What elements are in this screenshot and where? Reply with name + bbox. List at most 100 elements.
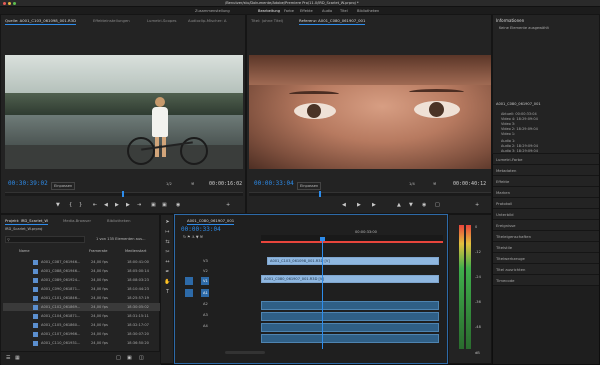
panel-titeleigenschaften[interactable]: Titeleigenschaften bbox=[493, 231, 599, 242]
icon-view-icon[interactable]: ▦ bbox=[15, 356, 20, 361]
clip-v1[interactable]: A001_C080_061907_001.R3D [V] bbox=[261, 275, 439, 283]
track-header-a3[interactable]: A3 bbox=[179, 311, 259, 321]
lift-icon[interactable]: ▲ bbox=[397, 203, 401, 208]
track-header-a4[interactable]: A4 bbox=[179, 322, 259, 332]
program-wrench-icon[interactable]: ⚒ bbox=[433, 182, 436, 186]
track-header-v1[interactable]: V1 bbox=[179, 277, 259, 287]
track-header-v3[interactable]: V3 bbox=[179, 257, 259, 267]
track-header-a2[interactable]: A2 bbox=[179, 300, 259, 310]
list-item[interactable]: A001_C105_061860... 24,00 fps 18:32:17:07 bbox=[3, 321, 161, 329]
compare-icon[interactable]: □ bbox=[435, 203, 440, 208]
insert-icon[interactable]: ▣ bbox=[151, 203, 156, 208]
step-back-icon[interactable]: ◀ bbox=[104, 203, 108, 208]
tab-source[interactable]: Quelle: A001_C103_061098_001.R3D bbox=[5, 18, 77, 25]
tab-lumetri-scopes[interactable]: Lumetri-Scopes bbox=[147, 18, 177, 23]
selection-tool-icon[interactable]: ➤ bbox=[164, 219, 171, 226]
new-bin-icon[interactable]: □ bbox=[116, 356, 121, 361]
ripple-edit-tool-icon[interactable]: ⇆ bbox=[164, 239, 171, 246]
timeline-zoom-scroll[interactable] bbox=[225, 351, 265, 354]
panel-effekte[interactable]: Effekte bbox=[493, 176, 599, 187]
play-icon[interactable]: ▶ bbox=[115, 203, 119, 208]
project-search-input[interactable]: ⚲ bbox=[5, 236, 85, 243]
export-frame-icon[interactable]: ◉ bbox=[176, 203, 180, 208]
workspace-zusammenstellung[interactable]: Zusammenstellung bbox=[195, 9, 230, 13]
minimize-window-icon[interactable] bbox=[8, 2, 11, 5]
workspace-bibliotheken[interactable]: Bibliotheken bbox=[357, 9, 379, 13]
source-fit-dropdown[interactable]: Einpassen bbox=[51, 182, 76, 190]
program-step-forward-icon[interactable]: ▶ bbox=[372, 203, 376, 208]
razor-tool-icon[interactable]: ✂ bbox=[164, 249, 171, 256]
step-forward-icon[interactable]: ▶ bbox=[126, 203, 130, 208]
snap-icon[interactable]: ↻ ⚑ ⚓ ▼ ⚒ bbox=[183, 235, 203, 239]
mark-clip-icon[interactable]: } bbox=[79, 203, 82, 208]
playhead[interactable] bbox=[320, 237, 325, 349]
overwrite-icon[interactable]: ▣ bbox=[162, 203, 167, 208]
mark-out-icon[interactable]: { bbox=[69, 203, 72, 208]
list-item[interactable]: A001_C088_061946... 24,00 fps 18:05:00:14 bbox=[3, 267, 161, 275]
list-item[interactable]: A001_C110_061931... 24,00 fps 18:36:50:20 bbox=[3, 339, 161, 347]
track-header-a1[interactable]: A1 bbox=[179, 289, 259, 299]
panel-metadaten[interactable]: Metadaten bbox=[493, 165, 599, 176]
list-item[interactable]: A001_C104_061871... 24,00 fps 18:31:15:11 bbox=[3, 312, 161, 320]
list-item[interactable]: A001_C087_061946... 24,00 fps 18:00:41:00 bbox=[3, 258, 161, 266]
source-add-icon[interactable]: + bbox=[226, 203, 230, 208]
list-item[interactable]: A001_C090_061871... 24,00 fps 18:10:44:23 bbox=[3, 285, 161, 293]
tab-reference[interactable]: Referenz: A001_C080_061907_001 bbox=[299, 18, 366, 25]
track-header-v2[interactable]: V2 bbox=[179, 267, 259, 277]
tab-project[interactable]: Projekt: IRD_Scarlet_W bbox=[5, 218, 49, 225]
audio-clip-a3[interactable] bbox=[261, 312, 439, 321]
new-item-icon[interactable]: ▣ bbox=[127, 356, 132, 361]
program-timecode[interactable]: 00:00:33:04 bbox=[254, 180, 294, 187]
program-step-back-icon[interactable]: ◀ bbox=[342, 203, 346, 208]
program-add-icon[interactable]: + bbox=[475, 203, 479, 208]
wrench-icon[interactable]: ⚒ bbox=[191, 182, 194, 186]
track-select-tool-icon[interactable]: ↦ bbox=[164, 229, 171, 236]
audio-clip-a5[interactable] bbox=[261, 334, 439, 343]
panel-unterbild[interactable]: Unterbild bbox=[493, 209, 599, 220]
panel-titelwerkzeuge[interactable]: Titelwerkzeuge bbox=[493, 253, 599, 264]
list-item[interactable]: A001_C101_061846... 24,00 fps 18:25:57:19 bbox=[3, 294, 161, 302]
source-scale-dropdown[interactable]: 1/2 bbox=[166, 182, 172, 186]
slip-tool-icon[interactable]: ↔ bbox=[164, 259, 171, 266]
program-fit-dropdown[interactable]: Einpassen bbox=[297, 182, 322, 190]
source-timecode[interactable]: 00:30:39:02 bbox=[8, 180, 48, 187]
audio-clip-a4[interactable] bbox=[261, 323, 439, 332]
tab-libraries[interactable]: Bibliotheken bbox=[107, 218, 131, 223]
panel-titelstile[interactable]: Titelstile bbox=[493, 242, 599, 253]
list-item[interactable]: A001_C107_061966... 24,00 fps 18:30:07:20 bbox=[3, 330, 161, 338]
program-play-icon[interactable]: ▶ bbox=[357, 203, 361, 208]
list-view-icon[interactable]: ☰ bbox=[6, 356, 10, 361]
close-window-icon[interactable] bbox=[3, 2, 6, 5]
tab-audio-clip-mixer[interactable]: Audioclip-Mischer: A bbox=[188, 18, 227, 23]
workspace-bearbeitung[interactable]: Bearbeitung bbox=[258, 9, 280, 13]
panel-timecode[interactable]: Timecode bbox=[493, 275, 599, 286]
panel-titel-ausrichten[interactable]: Titel ausrichten bbox=[493, 264, 599, 275]
workspace-farbe[interactable]: Farbe bbox=[284, 9, 294, 13]
col-name[interactable]: Name bbox=[19, 249, 30, 253]
panel-ereignisse[interactable]: Ereignisse bbox=[493, 220, 599, 231]
col-medienstart[interactable]: Medienstart bbox=[125, 249, 146, 253]
panel-lumetri-farbe[interactable]: Lumetri-Farbe bbox=[493, 154, 599, 165]
trash-icon[interactable]: ◫ bbox=[139, 356, 144, 361]
pen-tool-icon[interactable]: ✒ bbox=[164, 269, 171, 276]
clip-v2[interactable]: A001_C103_061098_001.R3D [V] bbox=[267, 257, 439, 265]
tab-media-browser[interactable]: Media-Browser bbox=[63, 218, 91, 223]
tab-sequence[interactable]: A001_C080_061907_001 bbox=[187, 218, 235, 225]
tab-effect-controls[interactable]: Effekteinstellungen bbox=[93, 18, 130, 23]
maximize-window-icon[interactable] bbox=[13, 2, 16, 5]
type-tool-icon[interactable]: T bbox=[164, 289, 171, 296]
panel-protokoll[interactable]: Protokoll bbox=[493, 198, 599, 209]
workspace-audio[interactable]: Audio bbox=[322, 9, 332, 13]
mark-in-icon[interactable]: ▼ bbox=[56, 203, 60, 208]
program-scrubber[interactable] bbox=[249, 191, 491, 197]
list-item[interactable]: A001_C102_061869... 24,00 fps 18:30:05:02 bbox=[3, 303, 161, 312]
program-scale-dropdown[interactable]: 1/4 bbox=[409, 182, 415, 186]
timeline-timecode[interactable]: 00:00:33:04 bbox=[181, 226, 221, 233]
source-scrubber[interactable] bbox=[5, 191, 243, 197]
go-to-in-icon[interactable]: ⇤ bbox=[93, 203, 97, 208]
col-framerate[interactable]: Framerate bbox=[89, 249, 108, 253]
hand-tool-icon[interactable]: ✋ bbox=[164, 279, 171, 286]
work-area-bar[interactable] bbox=[261, 241, 443, 243]
program-export-frame-icon[interactable]: ◉ bbox=[422, 203, 426, 208]
tab-title[interactable]: Titel: (ohne Titel) bbox=[251, 18, 283, 23]
